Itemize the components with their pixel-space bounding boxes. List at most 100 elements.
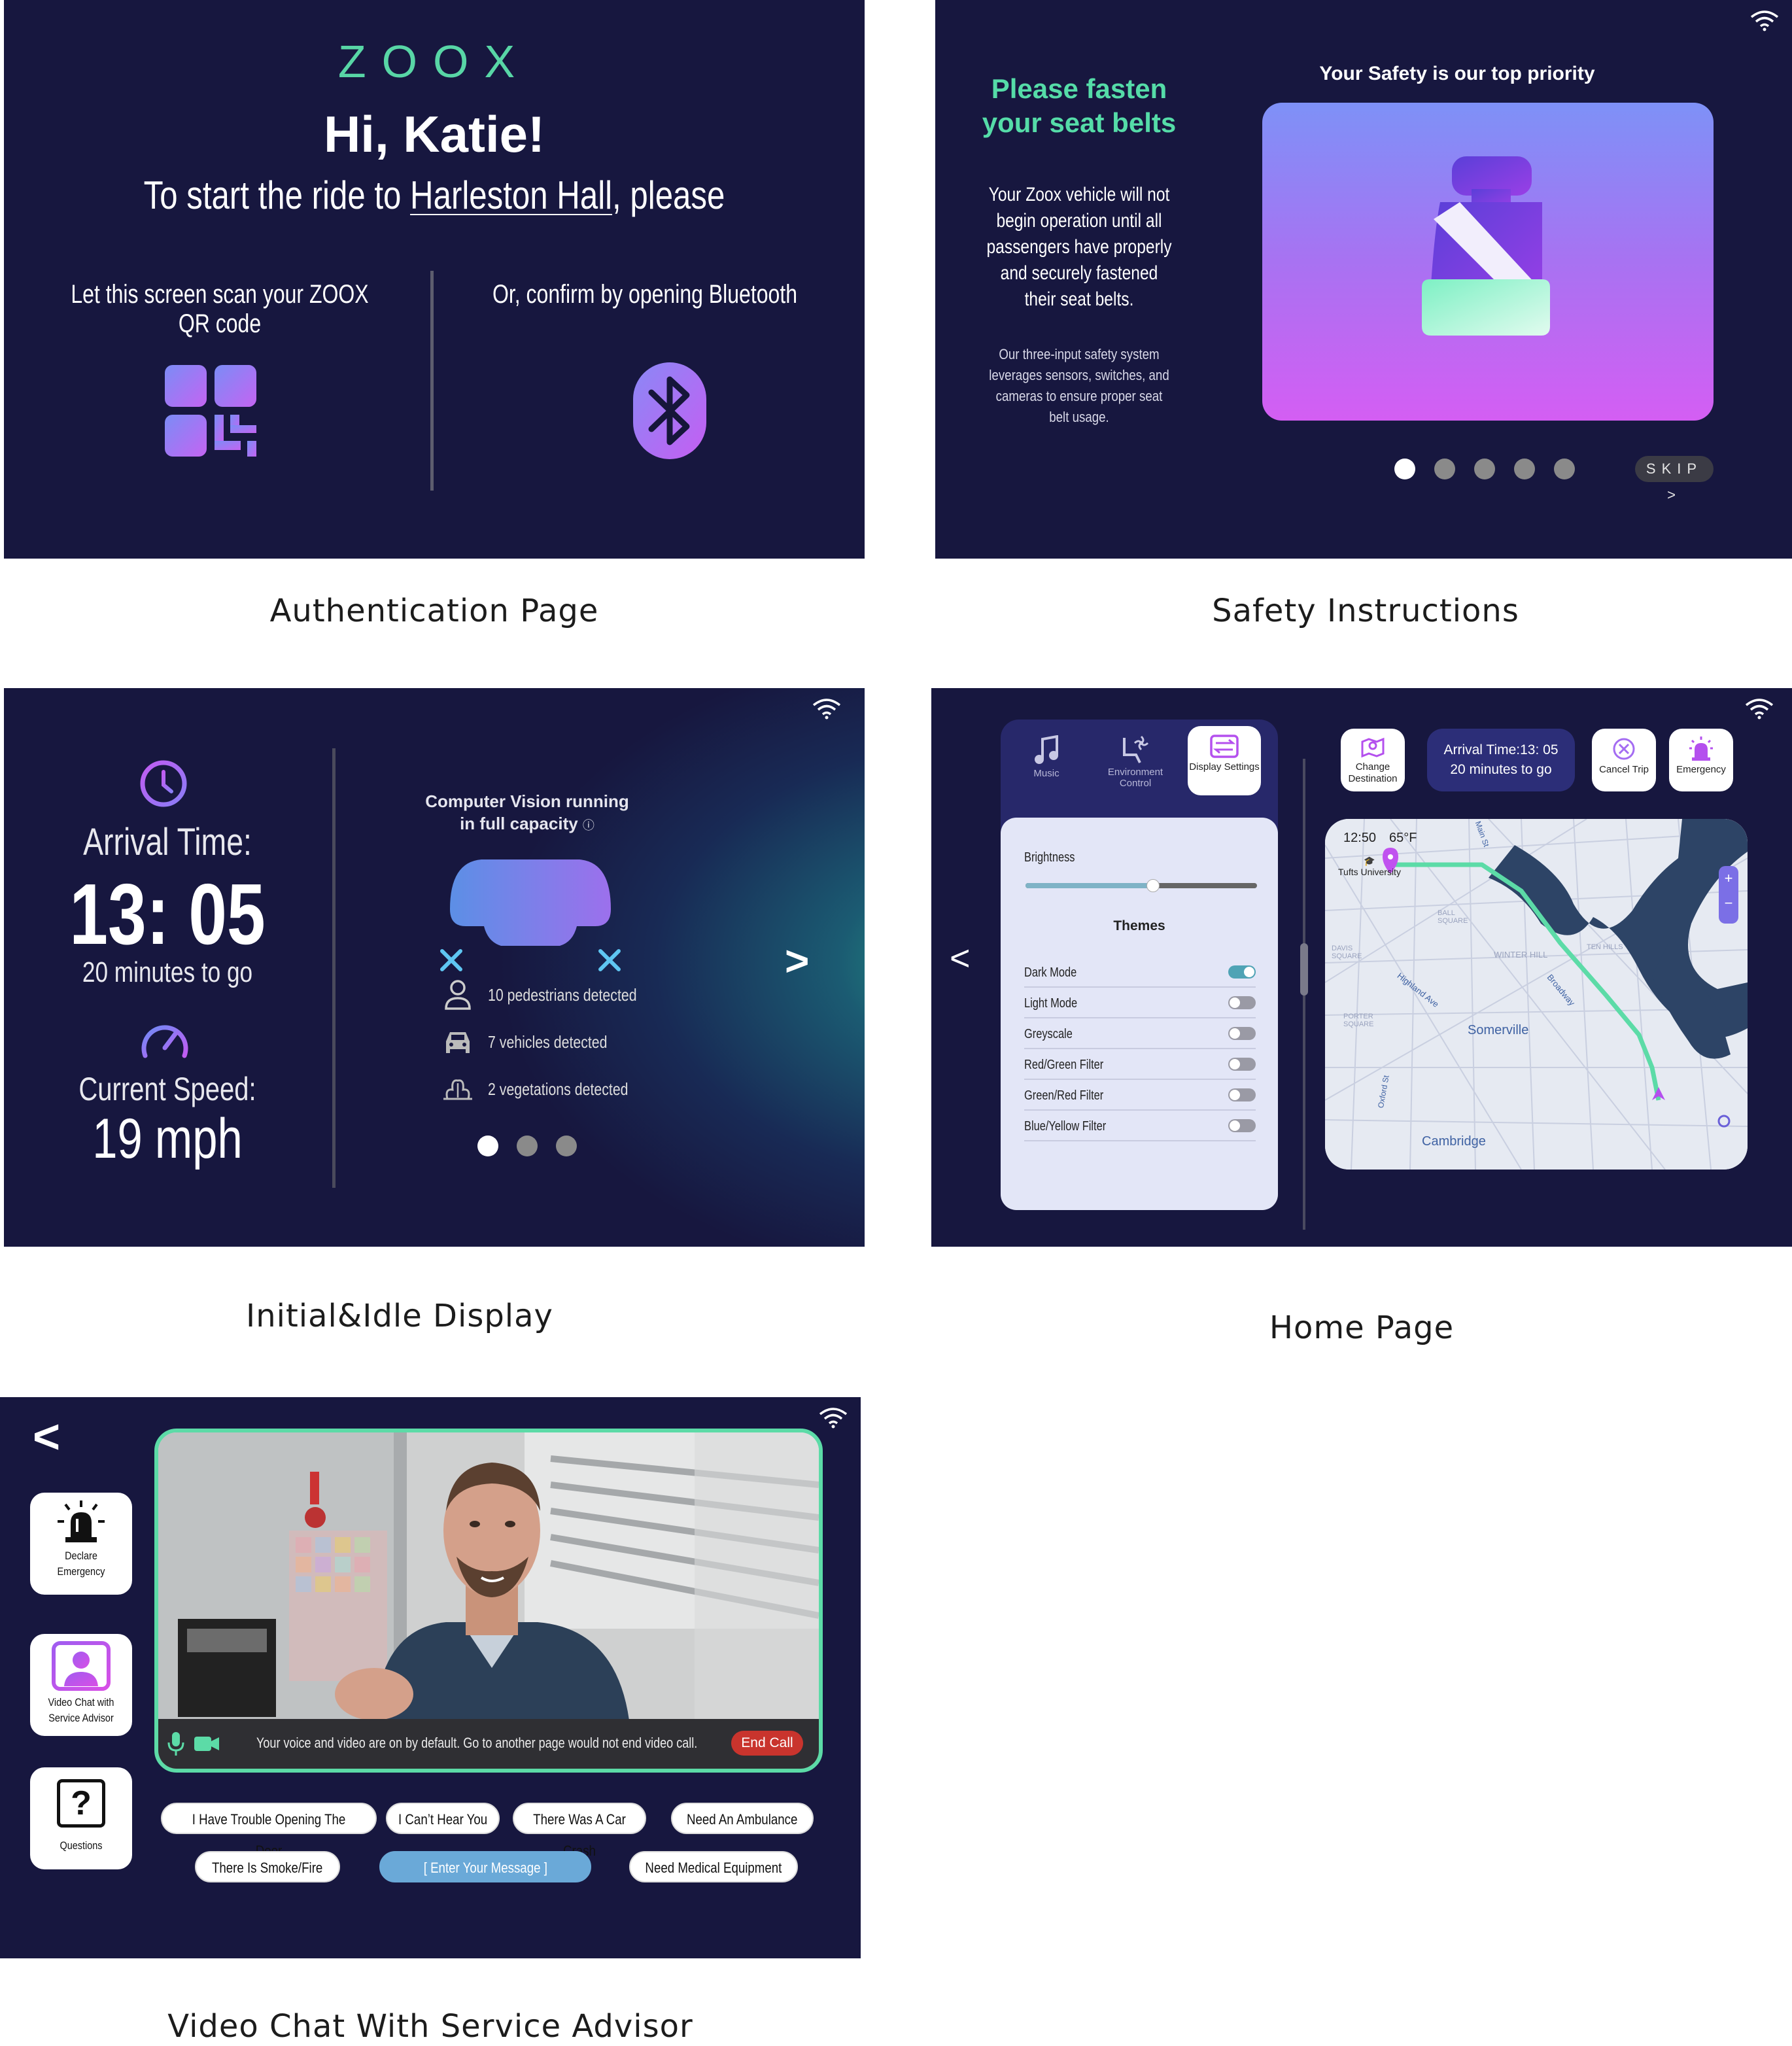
brightness-slider[interactable] xyxy=(1025,879,1257,892)
theme-label: Light Mode xyxy=(1024,996,1078,1011)
pagination-dot[interactable] xyxy=(1474,459,1495,479)
back-button[interactable]: < xyxy=(33,1410,60,1464)
arrival-label: Arrival Time: xyxy=(83,821,252,863)
cancel-trip-button[interactable]: Cancel Trip xyxy=(1592,729,1656,791)
map-time: 12:50 xyxy=(1343,831,1377,845)
theme-toggle[interactable] xyxy=(1228,1119,1256,1132)
authentication-screen: ZOOX Hi, Katie! To start the ride to Har… xyxy=(4,0,865,559)
brightness-knob[interactable] xyxy=(1146,879,1160,892)
quick-reply-chip[interactable]: Need An Ambulance xyxy=(671,1803,814,1834)
music-icon xyxy=(1035,735,1058,764)
themes-heading: Themes xyxy=(1113,918,1165,933)
car-icon xyxy=(446,1032,470,1053)
divider xyxy=(332,748,336,1188)
vehicle-top-icon xyxy=(440,859,621,971)
current-speed: 19 mph xyxy=(92,1107,243,1170)
qr-code-icon[interactable] xyxy=(161,361,260,460)
map-label-ten-hills: Ten Hills xyxy=(1587,943,1623,951)
tab-environment-control[interactable]: Environment Control xyxy=(1099,726,1172,795)
cancel-icon xyxy=(1613,738,1635,760)
seatbelt-icon xyxy=(1422,156,1550,336)
instruction-suffix: , please xyxy=(612,173,725,217)
pagination-dot[interactable] xyxy=(1434,459,1455,479)
video-camera-icon[interactable] xyxy=(194,1735,220,1753)
pagination-dot[interactable] xyxy=(556,1136,577,1156)
tab-music[interactable]: Music xyxy=(1010,726,1083,795)
microphone-icon[interactable] xyxy=(167,1731,184,1757)
quick-reply-chip[interactable]: There Is Smoke/Fire xyxy=(195,1851,340,1882)
video-chat-button[interactable]: Video Chat with Service Advisor xyxy=(30,1634,132,1736)
graduation-cap-icon: 🎓 xyxy=(1364,856,1375,866)
message-input[interactable]: [ Enter Your Message ] xyxy=(379,1851,591,1882)
quick-reply-label: Need Medical Equipment xyxy=(645,1860,782,1876)
tab-display-settings[interactable]: Display Settings xyxy=(1188,726,1261,795)
zoom-out-button[interactable]: − xyxy=(1719,891,1738,916)
quick-reply-chip[interactable]: Need Medical Equipment xyxy=(629,1851,798,1882)
theme-row: Dark Mode xyxy=(1024,958,1256,988)
vegetations-detected: 2 vegetations detected xyxy=(488,1079,629,1099)
tab-music-label: Music xyxy=(1033,768,1060,779)
change-destination-label: Change Destination xyxy=(1348,761,1398,784)
destination-link[interactable]: Harleston Hall xyxy=(410,173,612,217)
pedestrians-detected: 10 pedestrians detected xyxy=(488,985,637,1005)
back-button[interactable]: < xyxy=(950,938,971,979)
pagination-dot[interactable] xyxy=(477,1136,498,1156)
end-call-button[interactable]: End Call xyxy=(731,1731,803,1756)
pagination-dot[interactable] xyxy=(1514,459,1535,479)
pagination-dot[interactable] xyxy=(1394,459,1415,479)
next-page-button[interactable]: > xyxy=(785,937,809,985)
fan-seat-icon xyxy=(1123,735,1149,763)
video-feed[interactable]: Your voice and video are on by default. … xyxy=(154,1429,823,1773)
scroll-handle[interactable] xyxy=(1300,943,1308,996)
declare-emergency-label: Declare Emergency xyxy=(57,1550,105,1578)
zoom-in-button[interactable]: + xyxy=(1719,866,1738,891)
quick-reply-label: [ Enter Your Message ] xyxy=(423,1860,547,1876)
safety-detail: Our three-input safety system leverages … xyxy=(989,346,1169,425)
pagination-dot[interactable] xyxy=(1554,459,1575,479)
greeting: Hi, Katie! xyxy=(323,105,545,163)
vehicles-detected: 7 vehicles detected xyxy=(488,1032,608,1052)
qr-instruction: Let this screen scan your ZOOX QR code xyxy=(71,280,369,338)
skip-button[interactable]: SKIP > xyxy=(1635,456,1714,503)
quick-reply-chip[interactable]: I Can’t Hear You xyxy=(386,1803,500,1834)
home-page-screen: < Music Environment Control Display Sett… xyxy=(931,688,1792,1247)
change-destination-button[interactable]: Change Destination xyxy=(1341,729,1405,791)
caption-safety: Safety Instructions xyxy=(1212,593,1519,629)
wifi-icon xyxy=(819,1408,848,1429)
theme-toggle[interactable] xyxy=(1228,1027,1256,1040)
map-label-cambridge: Cambridge xyxy=(1422,1134,1486,1149)
safety-instructions-screen: Please fasten your seat belts Your Zoox … xyxy=(935,0,1792,559)
quick-reply-label: I Can’t Hear You xyxy=(398,1811,488,1828)
idle-display-screen: Arrival Time: 13: 05 20 minutes to go Cu… xyxy=(4,688,865,1247)
brightness-fill xyxy=(1025,883,1153,888)
arrival-summary-time: Arrival Time:13: 05 xyxy=(1443,742,1559,757)
plant-icon xyxy=(443,1079,472,1100)
map-label-davis: Davis Square xyxy=(1332,945,1362,960)
tab-environment-label: Environment Control xyxy=(1107,767,1163,789)
map-label-winter-hill: Winter Hill xyxy=(1494,950,1548,960)
info-icon[interactable]: ⓘ xyxy=(583,819,594,832)
bluetooth-icon[interactable] xyxy=(632,361,708,460)
map-label-porter: Porter Square xyxy=(1343,1013,1374,1028)
quick-reply-chip[interactable]: There Was A Car Crash xyxy=(513,1803,646,1859)
questions-button[interactable]: ? Questions xyxy=(30,1767,132,1869)
cancel-trip-label: Cancel Trip xyxy=(1599,764,1649,775)
declare-emergency-button[interactable]: Declare Emergency xyxy=(30,1493,132,1595)
divider xyxy=(430,271,434,491)
navigation-map[interactable]: 12:50 65°F 🎓 Tufts University Somerville… xyxy=(1325,819,1748,1170)
emergency-label: Emergency xyxy=(1676,764,1726,775)
caption-authentication: Authentication Page xyxy=(269,593,599,629)
emergency-button[interactable]: Emergency xyxy=(1669,729,1733,791)
caption-video-chat: Video Chat With Service Advisor xyxy=(167,2008,693,2045)
theme-toggle[interactable] xyxy=(1228,996,1256,1009)
theme-toggle[interactable] xyxy=(1228,1088,1256,1101)
cv-status-line1: Computer Vision running xyxy=(425,791,629,811)
advisor-video-image xyxy=(158,1432,819,1720)
theme-toggle[interactable] xyxy=(1228,965,1256,979)
quick-reply-chip[interactable]: I Have Trouble Opening The Door xyxy=(161,1803,377,1859)
pagination-dot[interactable] xyxy=(517,1136,538,1156)
cv-status: Computer Vision running in full capacity… xyxy=(370,790,684,837)
bluetooth-instruction: Or, confirm by opening Bluetooth xyxy=(492,280,798,309)
theme-toggle[interactable] xyxy=(1228,1058,1256,1071)
fasten-heading: Please fasten your seat belts xyxy=(982,73,1177,138)
